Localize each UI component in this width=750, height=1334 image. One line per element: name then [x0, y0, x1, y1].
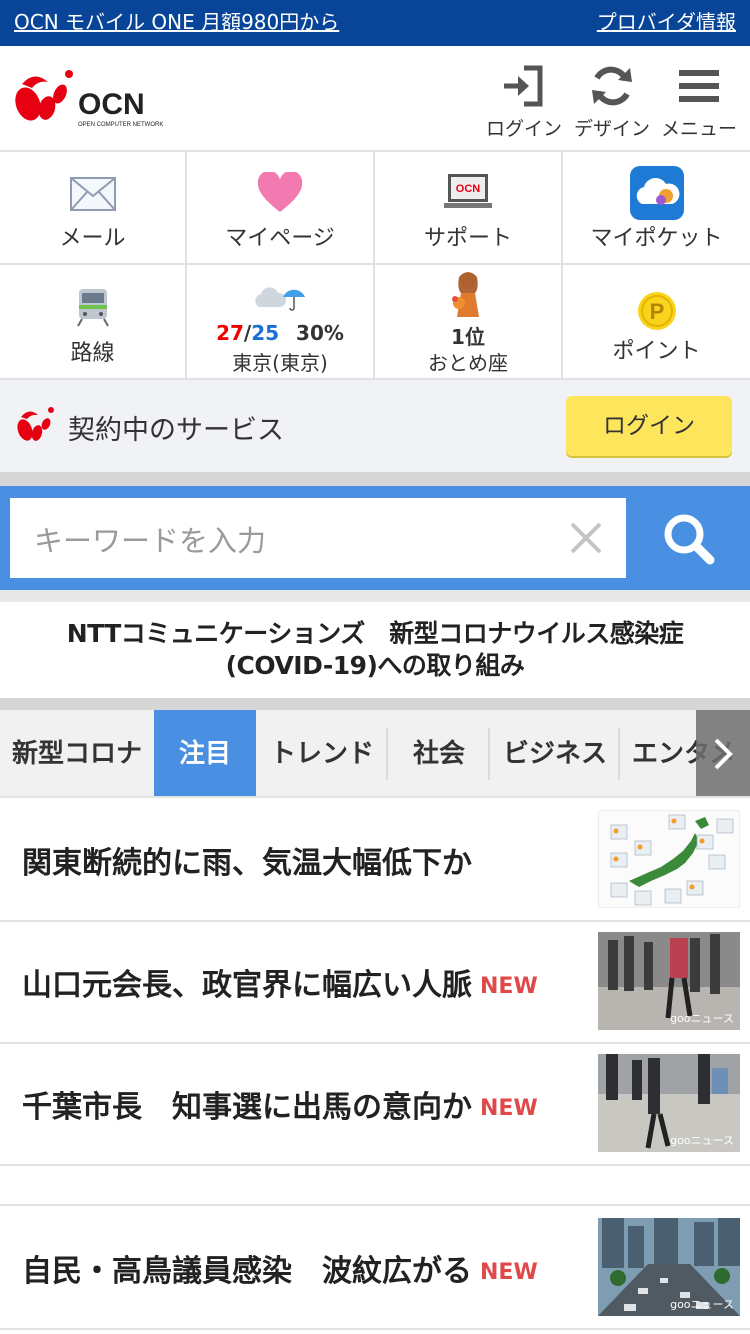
precip-chance: 30% [296, 321, 344, 345]
temp-high: 27 [216, 321, 244, 345]
site-header: OCN OPEN COMPUTER NETWORK ログイン デザイン メニュー [0, 46, 750, 152]
news-title: 山口元会長、政官界に幅広い人脈 NEW [22, 968, 538, 1003]
tab-business[interactable]: ビジネス [490, 710, 620, 796]
login-icon [500, 62, 548, 110]
news-thumbnail: gooニュース [598, 932, 740, 1030]
svg-text:OCN: OCN [78, 88, 145, 121]
new-badge: NEW [480, 1096, 538, 1121]
contract-login-button[interactable]: ログイン [566, 396, 732, 456]
mypocket-label: マイポケット [590, 226, 723, 251]
spacer [0, 1166, 750, 1206]
news-item[interactable]: 自民・高鳥議員感染 波紋広がる NEW gooニュース [0, 1208, 750, 1330]
news-category-tabs: 新型コロナ 注目 トレンド 社会 ビジネス エンタメ [0, 710, 750, 798]
news-thumbnail: gooニュース [598, 1218, 740, 1316]
mail-tile[interactable]: メール [0, 152, 187, 265]
new-badge: NEW [480, 1260, 538, 1285]
ocn-mark-icon [16, 404, 54, 446]
divider [0, 590, 750, 602]
weather-location: 東京(東京) [232, 351, 328, 375]
tab-society[interactable]: 社会 [388, 710, 490, 796]
horoscope-tile[interactable]: 1位 おとめ座 [375, 265, 563, 380]
search-input[interactable]: キーワードを入力 [10, 498, 626, 578]
design-button[interactable]: デザイン [570, 62, 654, 141]
tab-covid[interactable]: 新型コロナ [0, 710, 154, 796]
search-placeholder: キーワードを入力 [34, 524, 267, 558]
news-source: gooニュース [670, 1298, 734, 1311]
news-item[interactable]: 山口元会長、政官界に幅広い人脈 NEW gooニュース [0, 922, 750, 1044]
mypocket-cloud-icon [629, 166, 684, 224]
mypocket-tile[interactable]: マイポケット [563, 152, 750, 265]
temp-low: 25 [251, 321, 280, 345]
tabs-next-button[interactable] [696, 710, 750, 796]
train-icon [76, 287, 110, 331]
news-title: 自民・高鳥議員感染 波紋広がる NEW [22, 1254, 538, 1289]
news-source: gooニュース [670, 1134, 734, 1147]
search-bar: キーワードを入力 [0, 486, 750, 590]
new-badge: NEW [480, 974, 538, 999]
weather-tile[interactable]: 27/25 30% 東京(東京) [187, 265, 375, 380]
clear-icon[interactable] [566, 518, 606, 558]
mypage-label: マイページ [225, 226, 335, 251]
news-thumbnail: gooニュース [598, 1054, 740, 1152]
notice-line-1: NTTコミュニケーションズ 新型コロナウイルス感染症 [66, 619, 684, 648]
support-tile[interactable]: OCN サポート [375, 152, 563, 265]
service-grid: メール マイページ OCN サポート マイポケット 路線 27/25 30% 東… [0, 152, 750, 380]
point-tile[interactable]: P ポイント [563, 265, 750, 380]
provider-info-link[interactable]: プロバイダ情報 [597, 8, 736, 36]
menu-button[interactable]: メニュー [657, 62, 741, 141]
weather-temps: 27/25 30% [216, 321, 344, 345]
cloud-umbrella-icon [253, 283, 307, 317]
search-icon[interactable] [660, 510, 718, 568]
support-label: サポート [423, 226, 512, 251]
route-label: 路線 [70, 341, 115, 366]
news-source: gooニュース [670, 1012, 734, 1025]
point-label: ポイント [612, 339, 701, 364]
divider [0, 472, 750, 486]
horoscope-rank: 1位 [451, 325, 485, 349]
login-button[interactable]: ログイン [482, 62, 566, 141]
contract-services-bar: 契約中のサービス ログイン [0, 380, 750, 472]
mypage-tile[interactable]: マイページ [187, 152, 375, 265]
news-item[interactable]: 関東断続的に雨、気温大幅低下か [0, 800, 750, 922]
contract-label: 契約中のサービス [68, 415, 284, 446]
chevron-right-icon [714, 738, 733, 770]
mail-icon [69, 176, 117, 216]
news-item[interactable]: 千葉市長 知事選に出馬の意向か NEW gooニュース [0, 1044, 750, 1166]
hamburger-icon [675, 62, 723, 110]
ocn-logo[interactable]: OCN OPEN COMPUTER NETWORK [14, 64, 164, 130]
horoscope-sign: おとめ座 [428, 351, 508, 375]
tab-featured[interactable]: 注目 [154, 710, 256, 796]
divider [0, 698, 750, 710]
svg-text:P: P [649, 299, 664, 324]
mail-label: メール [59, 226, 126, 251]
design-label: デザイン [573, 118, 650, 140]
promo-banner: OCN モバイル ONE 月額980円から プロバイダ情報 [0, 0, 750, 46]
tab-trend[interactable]: トレンド [256, 710, 388, 796]
weather-map-thumbnail [598, 810, 740, 908]
point-coin-icon: P [637, 291, 677, 335]
notice-line-2: (COVID-19)への取り組み [225, 651, 525, 680]
covid-notice-link[interactable]: NTTコミュニケーションズ 新型コロナウイルス感染症 (COVID-19)への取… [0, 602, 750, 698]
heart-icon [256, 170, 304, 218]
news-title: 関東断続的に雨、気温大幅低下か [22, 846, 472, 881]
menu-label: メニュー [660, 118, 737, 140]
promo-link[interactable]: OCN モバイル ONE 月額980円から [14, 8, 339, 36]
svg-text:OPEN COMPUTER NETWORK: OPEN COMPUTER NETWORK [78, 122, 163, 128]
laptop-icon: OCN [444, 172, 492, 216]
refresh-icon [588, 62, 636, 110]
news-title: 千葉市長 知事選に出馬の意向か NEW [22, 1090, 538, 1125]
login-label: ログイン [485, 118, 562, 140]
route-tile[interactable]: 路線 [0, 265, 187, 380]
virgo-icon [445, 269, 491, 323]
svg-text:OCN: OCN [456, 183, 481, 195]
